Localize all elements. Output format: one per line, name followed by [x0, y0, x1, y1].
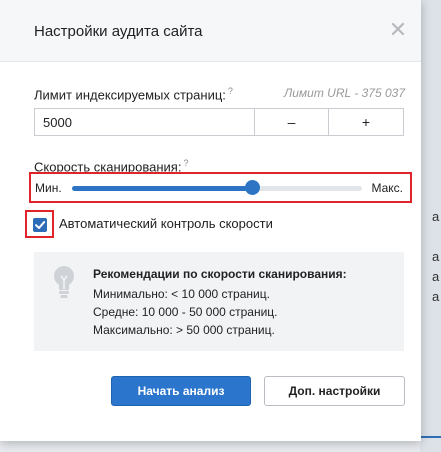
dialog-header: Настройки аудита сайта ✕ — [0, 0, 421, 62]
auto-speed-checkbox[interactable] — [33, 218, 47, 232]
page-limit-label-text: Лимит индексируемых страниц: — [34, 87, 226, 103]
start-analysis-button[interactable]: Начать анализ — [111, 376, 251, 406]
auto-speed-label: Автоматический контроль скорости — [59, 216, 273, 231]
lightbulb-icon — [54, 266, 74, 298]
recommendations-panel: Рекомендации по скорости сканирования: М… — [34, 252, 404, 351]
scan-speed-slider-highlight: Мин. Макс. — [29, 172, 412, 203]
background-text-fragment: а — [432, 269, 440, 284]
recommendations-title: Рекомендации по скорости сканирования: — [93, 267, 347, 281]
close-icon[interactable]: ✕ — [388, 19, 408, 41]
page-limit-label: Лимит индексируемых страниц:? — [34, 86, 233, 102]
recommendation-line: Максимально: > 50 000 страниц. — [93, 323, 275, 337]
slider-min-label: Мин. — [35, 181, 62, 195]
scan-speed-slider-track[interactable] — [72, 186, 362, 191]
page-limit-input[interactable] — [34, 108, 254, 136]
increment-button[interactable]: + — [329, 108, 404, 136]
checkmark-icon — [35, 221, 46, 229]
background-text-fragments: а а а а — [428, 0, 441, 452]
auto-speed-checkbox-highlight — [25, 210, 54, 238]
slider-max-label: Макс. — [371, 181, 403, 195]
recommendation-line: Минимально: < 10 000 страниц. — [93, 287, 270, 301]
background-text-fragment: а — [432, 209, 440, 224]
scan-speed-slider-thumb[interactable] — [244, 180, 260, 195]
more-settings-button[interactable]: Доп. настройки — [264, 376, 405, 406]
dialog-title: Настройки аудита сайта — [34, 23, 203, 40]
url-limit-text: Лимит URL - 375 037 — [284, 86, 405, 100]
decrement-button[interactable]: – — [254, 108, 329, 136]
recommendation-line: Средне: 10 000 - 50 000 страниц. — [93, 305, 278, 319]
help-icon[interactable]: ? — [228, 86, 233, 96]
slider-fill — [72, 186, 252, 191]
audit-settings-dialog: Настройки аудита сайта ✕ Лимит индексиру… — [0, 0, 421, 441]
background-text-fragment: а — [432, 289, 440, 304]
background-text-fragment: а — [432, 249, 440, 264]
help-icon[interactable]: ? — [183, 158, 188, 168]
